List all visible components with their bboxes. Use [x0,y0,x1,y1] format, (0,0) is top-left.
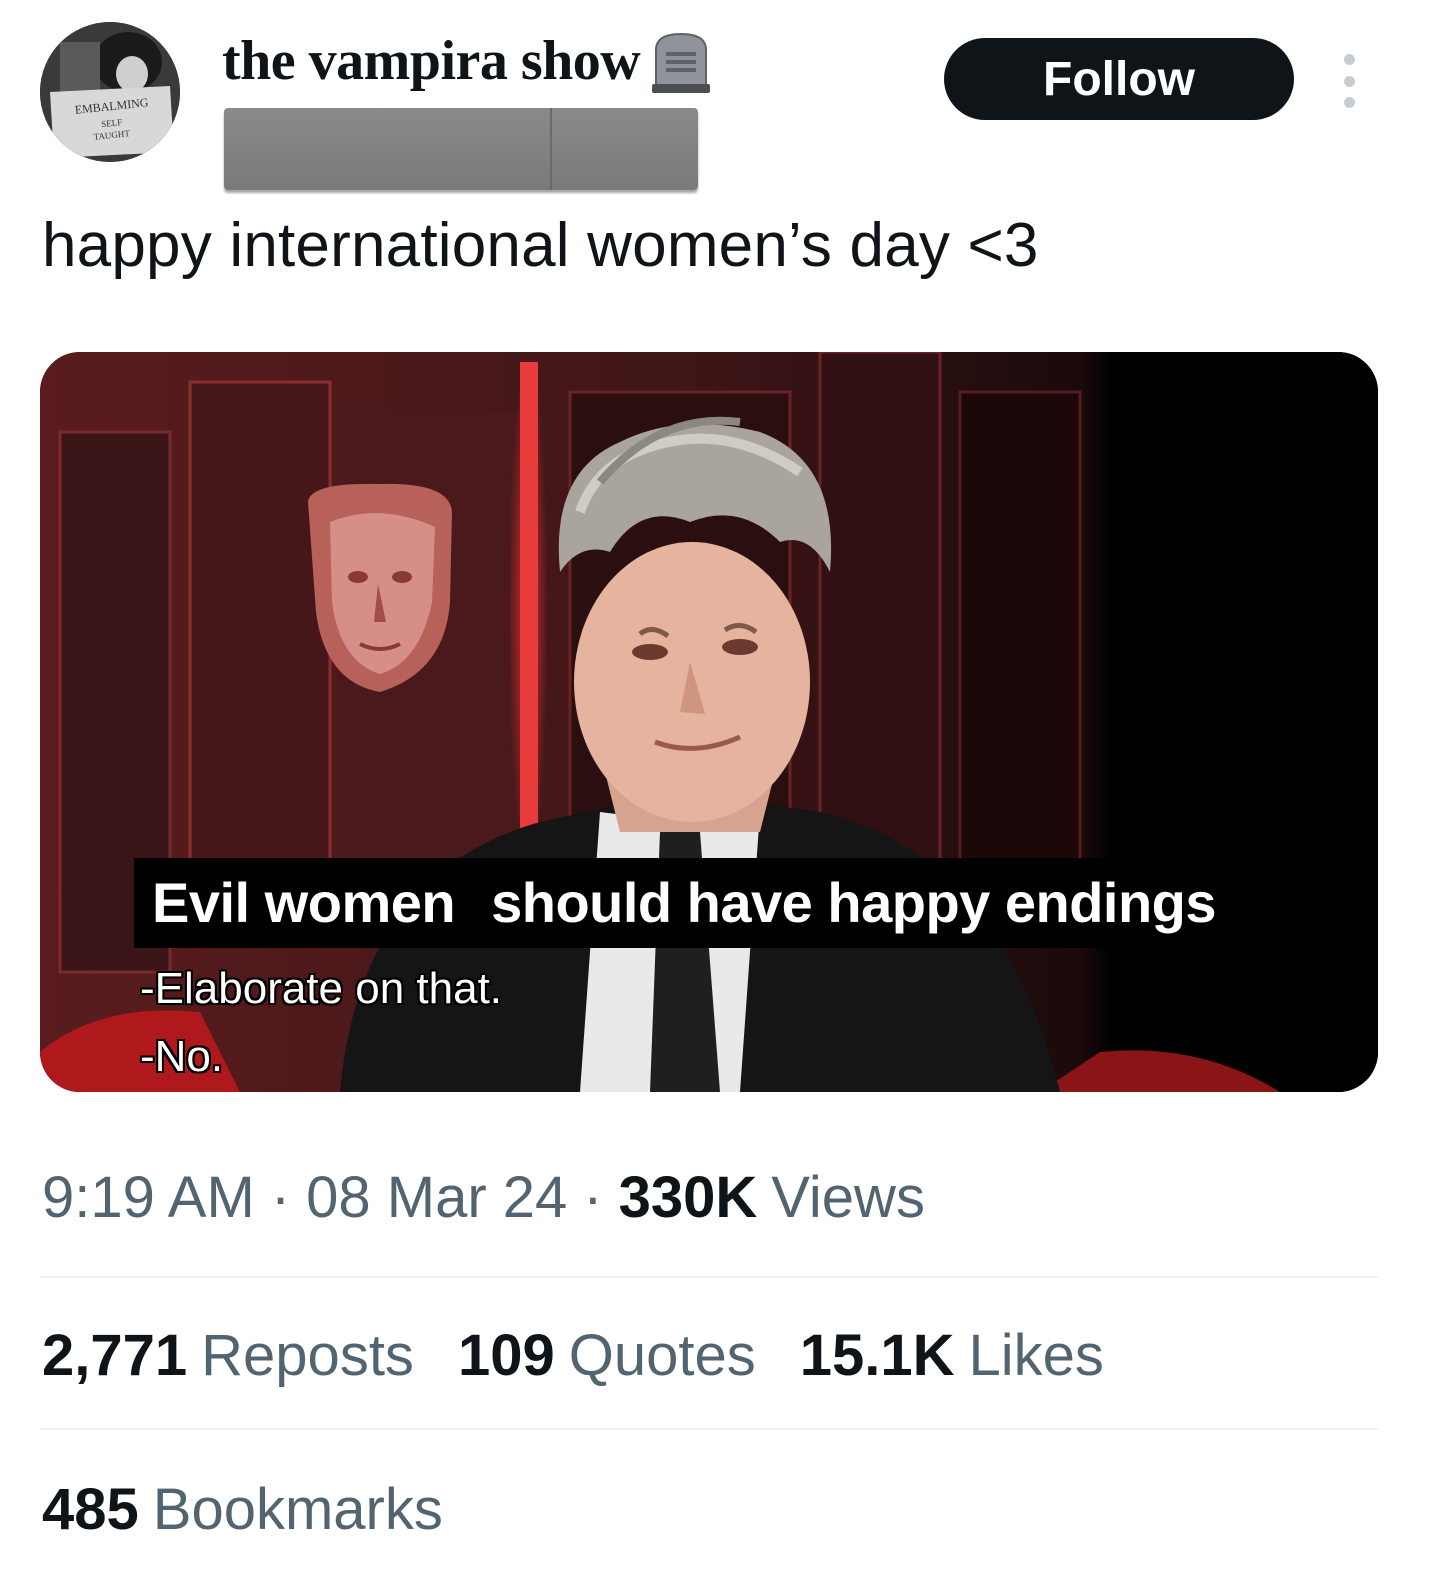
caption-sub-line-2: -No. [140,1032,224,1081]
bookmarks-count: 485 [42,1477,139,1542]
meta-separator: · [583,1165,603,1230]
avatar[interactable]: EMBALMING SELF TAUGHT [40,22,180,162]
views-count: 330K [618,1165,758,1230]
redaction-seam [550,108,552,190]
avatar-image: EMBALMING SELF TAUGHT [40,22,180,162]
user-name-row[interactable]: the vampira show [222,26,712,96]
caption-sub-line-1: -Elaborate on that. [140,964,503,1013]
likes-count: 15.1K [799,1323,955,1388]
caption-main-part-2: should have happy endings [473,858,1235,948]
caption-main-part-1: Evil women [134,858,474,948]
likes-label: Likes [968,1323,1104,1388]
views-label: Views [771,1165,925,1230]
tweet-meta: 9:19 AM · 08 Mar 24 · 330K Views [42,1164,925,1231]
reposts-label: Reposts [201,1323,414,1388]
handle-redaction [224,108,698,190]
reposts-count: 2,771 [42,1323,188,1388]
meta-separator: · [270,1165,291,1230]
quotes-stat[interactable]: 109 Quotes [458,1322,756,1389]
display-name[interactable]: the vampira show [222,29,641,93]
reposts-stat[interactable]: 2,771 Reposts [42,1322,414,1389]
more-dot [1343,97,1355,108]
bookmarks-stat[interactable]: 485 Bookmarks [42,1476,443,1543]
headstone-icon [650,28,712,94]
bookmarks-label: Bookmarks [152,1477,443,1542]
divider [40,1276,1378,1278]
engagement-stats: 2,771 Reposts 109 Quotes 15.1K Likes [42,1322,1148,1389]
more-dot [1343,75,1355,87]
follow-button[interactable]: Follow [944,38,1294,120]
tweet-text: happy international women’s day <3 [42,211,1039,280]
quotes-count: 109 [457,1323,555,1388]
caption-main: Evil women should have happy endings [134,858,1235,948]
more-dot [1343,54,1355,65]
more-options-icon[interactable] [1334,54,1364,108]
likes-stat[interactable]: 15.1K Likes [800,1322,1104,1389]
quotes-label: Quotes [568,1323,756,1388]
divider [40,1428,1378,1430]
tweet-media[interactable]: Evil women should have happy endings -El… [40,352,1378,1092]
tweet-time[interactable]: 9:19 AM [42,1164,255,1231]
tweet-date[interactable]: 08 Mar 24 [306,1164,567,1231]
